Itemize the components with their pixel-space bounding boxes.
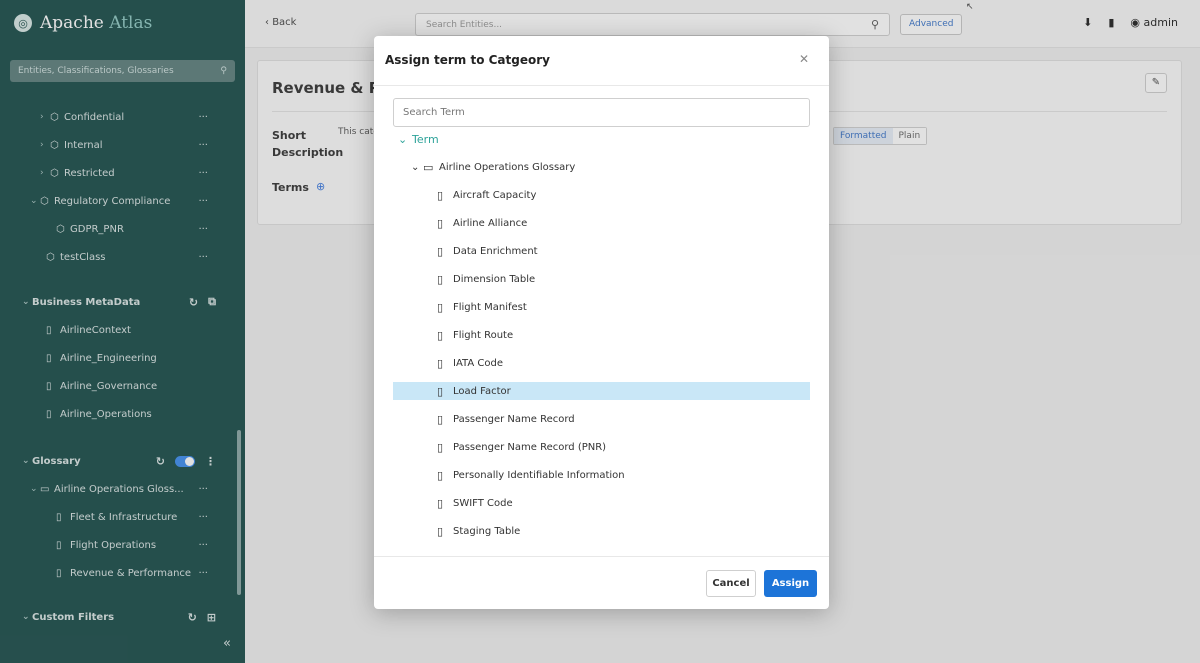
term-search-input[interactable]: Search Term (393, 98, 810, 127)
term-item[interactable]: ▯ Passenger Name Record (393, 410, 810, 428)
file-icon: ▯ (437, 188, 444, 202)
term-item-selected[interactable]: ▯ Load Factor (393, 382, 810, 400)
tree-root-term[interactable]: ⌄ Term (393, 130, 810, 148)
modal-footer: Cancel Assign (374, 556, 829, 609)
close-icon[interactable]: ✕ (799, 52, 809, 66)
file-icon: ▯ (437, 272, 444, 286)
assign-term-modal: Assign term to Catgeory ✕ Search Term ⌄ … (374, 36, 829, 609)
cancel-button[interactable]: Cancel (706, 570, 756, 597)
mouse-cursor-icon: ↖ (966, 2, 974, 12)
term-item[interactable]: ▯ Data Enrichment (393, 242, 810, 260)
term-item[interactable]: ▯ Staging Table (393, 522, 810, 540)
folder-icon: ▭ (423, 160, 434, 174)
modal-header: Assign term to Catgeory ✕ (374, 36, 829, 86)
term-item[interactable]: ▯ IATA Code (393, 354, 810, 372)
modal-title: Assign term to Catgeory (385, 53, 550, 67)
term-item[interactable]: ▯ Passenger Name Record (PNR) (393, 438, 810, 456)
term-item[interactable]: ▯ Flight Route (393, 326, 810, 344)
term-item[interactable]: ▯ Dimension Table (393, 270, 810, 288)
term-item[interactable]: ▯ Airline Alliance (393, 214, 810, 232)
file-icon: ▯ (437, 328, 444, 342)
term-item[interactable]: ▯ Personally Identifiable Information (393, 466, 810, 484)
term-item[interactable]: ▯ Flight Manifest (393, 298, 810, 316)
chevron-down-icon[interactable]: ⌄ (411, 162, 423, 173)
file-icon: ▯ (437, 496, 444, 510)
file-icon: ▯ (437, 440, 444, 454)
file-icon: ▯ (437, 356, 444, 370)
file-icon: ▯ (437, 468, 444, 482)
assign-button[interactable]: Assign (764, 570, 817, 597)
file-icon: ▯ (437, 216, 444, 230)
file-icon: ▯ (437, 384, 444, 398)
term-item[interactable]: ▯ Aircraft Capacity (393, 186, 810, 204)
file-icon: ▯ (437, 412, 444, 426)
term-item[interactable]: ▯ SWIFT Code (393, 494, 810, 512)
chevron-down-icon[interactable]: ⌄ (398, 133, 412, 146)
file-icon: ▯ (437, 524, 444, 538)
file-icon: ▯ (437, 244, 444, 258)
file-icon: ▯ (437, 300, 444, 314)
tree-glossary-node[interactable]: ⌄ ▭ Airline Operations Glossary (393, 158, 810, 176)
